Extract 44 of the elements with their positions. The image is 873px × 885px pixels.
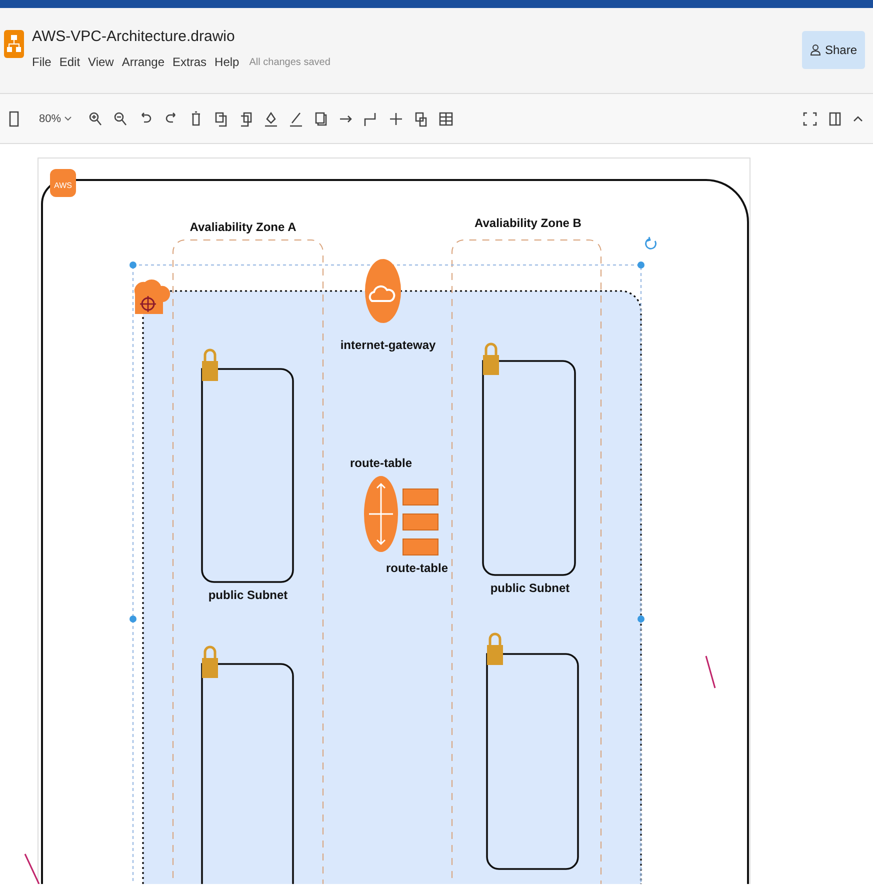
- menu-item[interactable]: View: [88, 55, 114, 69]
- pen-stroke: [24, 854, 40, 884]
- subnet-box[interactable]: [486, 653, 579, 870]
- lock-icon: [487, 632, 503, 665]
- router-icon[interactable]: [364, 476, 398, 552]
- menu-item[interactable]: Extras: [172, 55, 207, 69]
- zoom-dropdown[interactable]: 80%: [31, 112, 80, 124]
- resize-handle[interactable]: [130, 616, 136, 622]
- resize-handle[interactable]: [638, 616, 644, 622]
- rotate-handle-icon[interactable]: [645, 236, 656, 250]
- fullscreen-icon[interactable]: [801, 110, 819, 128]
- resize-handle[interactable]: [638, 262, 644, 268]
- share-button[interactable]: Share: [802, 31, 865, 69]
- availability-zone[interactable]: [172, 240, 324, 884]
- subnet-box[interactable]: [201, 368, 294, 583]
- table-icon[interactable]: [437, 110, 456, 128]
- menu-item[interactable]: Help: [214, 55, 240, 69]
- menu-item[interactable]: Edit: [59, 55, 80, 69]
- route-table-entries-drawing[interactable]: [402, 488, 438, 556]
- subnet-label: public Subnet: [490, 581, 570, 595]
- availability-zone[interactable]: [452, 240, 602, 884]
- lock-icon: [202, 646, 218, 678]
- user-icon: [810, 44, 821, 56]
- route-table-label: route-table: [350, 456, 412, 470]
- menu-item[interactable]: Arrange: [122, 55, 165, 69]
- vpc-icon: [134, 280, 170, 314]
- caret-icon: [64, 116, 72, 121]
- aws-cloud-icon: AWS: [50, 169, 76, 197]
- subnet-box[interactable]: [201, 663, 294, 884]
- internet-gateway-icon[interactable]: [365, 259, 401, 323]
- lock-icon: [202, 348, 218, 381]
- file-title[interactable]: AWS-VPC-Architecture.drawio: [32, 28, 330, 45]
- resize-handle[interactable]: [130, 262, 136, 268]
- gateway-label: internet-gateway: [340, 338, 436, 352]
- subnet-label: public Subnet: [208, 588, 288, 602]
- route-table-label: route-table: [386, 561, 448, 575]
- zone-label: Avaliability Zone A: [190, 220, 296, 234]
- subnet-box[interactable]: [482, 360, 576, 576]
- menu-item[interactable]: File: [32, 55, 52, 69]
- drawio-logo-icon: [4, 30, 24, 58]
- lock-icon: [483, 342, 499, 375]
- pen-stroke: [705, 656, 716, 688]
- save-status: All changes saved: [249, 56, 330, 68]
- zone-label: Avaliability Zone B: [474, 216, 582, 230]
